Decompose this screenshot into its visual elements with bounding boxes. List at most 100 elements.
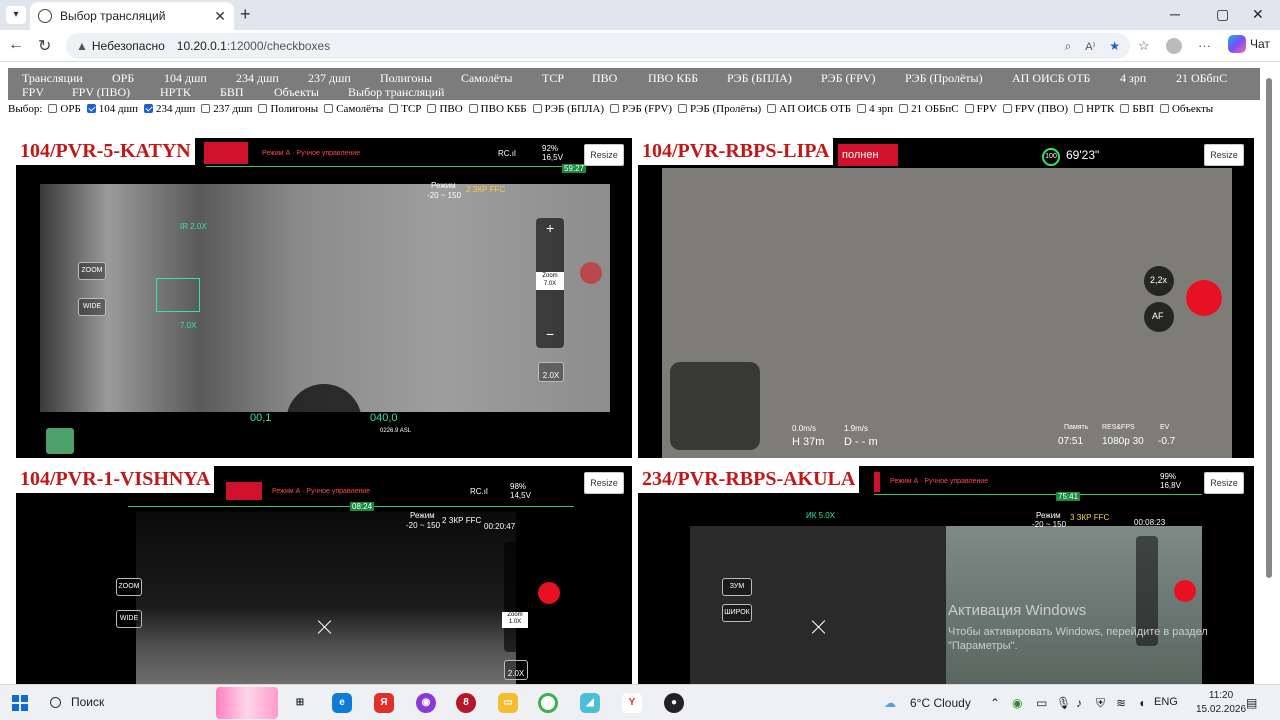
- checkbox-fpv[interactable]: [964, 104, 974, 113]
- resize-button[interactable]: Resize: [1204, 472, 1244, 494]
- menu-item-translyatsii[interactable]: Трансляции: [22, 71, 83, 86]
- zoom-button[interactable]: ЗУМ: [722, 578, 752, 596]
- radar-map[interactable]: [670, 362, 760, 450]
- page-scrollbar[interactable]: [1266, 78, 1272, 578]
- checkbox-pvo-kbb[interactable]: [468, 104, 478, 113]
- security-label[interactable]: Небезопасно: [92, 39, 165, 53]
- menu-item-fpv-pvo[interactable]: FPV (ПВО): [72, 85, 130, 100]
- tulips-widget-icon[interactable]: [216, 687, 278, 719]
- checkbox-ap-oisb[interactable]: [767, 104, 777, 113]
- chrome-icon[interactable]: [538, 693, 558, 713]
- checkbox-obekty[interactable]: [1159, 104, 1169, 113]
- app-icon-dark[interactable]: ●: [664, 693, 684, 713]
- zoom-out-icon[interactable]: −: [546, 326, 554, 342]
- volume-icon[interactable]: ♪: [1076, 696, 1082, 710]
- taskbar-search[interactable]: Поиск: [50, 695, 104, 709]
- clock[interactable]: 11:20 15.02.2026: [1196, 689, 1246, 717]
- refresh-icon[interactable]: ↻: [38, 36, 51, 56]
- more-menu-icon[interactable]: ···: [1198, 38, 1211, 53]
- microphone-icon[interactable]: 🎙: [1056, 696, 1071, 710]
- read-aloud-icon[interactable]: A⁾: [1085, 40, 1095, 53]
- menu-item-vybor[interactable]: Выбор трансляций: [348, 85, 444, 100]
- file-explorer-icon[interactable]: ▭: [498, 693, 518, 713]
- notification-icon[interactable]: ▤: [1246, 696, 1257, 710]
- menu-item-104[interactable]: 104 дшп: [164, 71, 207, 86]
- menu-item-poligony[interactable]: Полигоны: [380, 71, 432, 86]
- chat-button[interactable]: Чат: [1228, 35, 1270, 53]
- af-button[interactable]: AF: [1144, 302, 1174, 332]
- favorite-star-icon[interactable]: ★: [1109, 39, 1120, 53]
- menu-item-nrtk[interactable]: НРТК: [160, 85, 191, 100]
- map-icon[interactable]: [46, 428, 74, 454]
- lens-button[interactable]: 2.0X: [504, 660, 528, 680]
- windows-start-icon[interactable]: [12, 695, 28, 711]
- checkbox-reb-prolety[interactable]: [678, 104, 688, 113]
- app-icon-blue[interactable]: ◢: [580, 693, 600, 713]
- menu-item-bvp[interactable]: БВП: [220, 85, 244, 100]
- speaker-icon[interactable]: ◖: [1138, 696, 1145, 710]
- zoom-slider[interactable]: [504, 542, 526, 652]
- menu-item-4zrp[interactable]: 4 зрп: [1120, 71, 1146, 86]
- window-close-icon[interactable]: ✕: [1252, 6, 1264, 23]
- checkbox-reb-fpv[interactable]: [610, 104, 620, 113]
- menu-item-pvo-kbb[interactable]: ПВО КББ: [648, 71, 698, 86]
- video-feed[interactable]: 104/PVR-RBPS-LIPA полнен 100 69'23" Resi…: [638, 138, 1254, 458]
- menu-item-reb-bpla[interactable]: РЭБ (БПЛА): [727, 71, 792, 86]
- wide-button[interactable]: WIDE: [116, 610, 142, 628]
- language-indicator[interactable]: ENG: [1154, 696, 1178, 708]
- menu-item-237[interactable]: 237 дшп: [308, 71, 351, 86]
- zoom-search-icon[interactable]: ⌕: [1064, 39, 1071, 54]
- wide-button[interactable]: WIDE: [78, 298, 106, 316]
- checkbox-poligony[interactable]: [258, 104, 268, 113]
- checkbox-orb[interactable]: [48, 104, 58, 113]
- menu-item-samolety[interactable]: Самолёты: [461, 71, 512, 86]
- video-feed[interactable]: 104/PVR-1-VISHNYA Режим А · Ручное управ…: [16, 466, 632, 684]
- wifi-icon[interactable]: ≋: [1116, 696, 1126, 710]
- checkbox-reb-bpla[interactable]: [532, 104, 542, 113]
- favorites-icon[interactable]: ☆: [1138, 38, 1150, 54]
- weather-text[interactable]: 6°C Cloudy: [910, 696, 971, 710]
- browser-tab[interactable]: Выбор трансляций ✕: [30, 2, 234, 30]
- menu-item-21obbps[interactable]: 21 ОБбпС: [1176, 71, 1227, 86]
- task-view-icon[interactable]: ⊞: [290, 693, 310, 713]
- menu-item-orb[interactable]: ОРБ: [112, 71, 134, 86]
- record-button[interactable]: [1174, 580, 1196, 602]
- edge-icon[interactable]: e: [332, 693, 352, 713]
- menu-item-reb-prolety[interactable]: РЭБ (Пролёты): [905, 71, 983, 86]
- resize-button[interactable]: Resize: [1204, 144, 1244, 166]
- menu-item-reb-fpv[interactable]: РЭБ (FPV): [821, 71, 876, 86]
- checkbox-bvp[interactable]: [1120, 104, 1130, 113]
- shield-icon[interactable]: ⛨: [1096, 696, 1105, 711]
- checkbox-samolety[interactable]: [324, 104, 334, 113]
- video-feed[interactable]: 104/PVR-5-KATYN Режим А · Ручное управле…: [16, 138, 632, 458]
- messenger-icon[interactable]: ◉: [416, 693, 436, 713]
- checkbox-237[interactable]: [201, 104, 211, 113]
- resize-button[interactable]: Resize: [584, 144, 624, 166]
- zoom-button[interactable]: ZOOM: [78, 262, 106, 280]
- menu-item-pvo[interactable]: ПВО: [592, 71, 617, 86]
- zoom-in-icon[interactable]: +: [546, 220, 554, 236]
- menu-item-tsr[interactable]: ТСР: [542, 71, 564, 86]
- tray-app-icon[interactable]: ◉: [1012, 696, 1022, 710]
- wide-button[interactable]: ШИРОК: [722, 604, 752, 622]
- lens-button[interactable]: 2.0X: [538, 362, 564, 382]
- checkbox-104[interactable]: [86, 104, 96, 113]
- resize-button[interactable]: Resize: [584, 472, 624, 494]
- maximize-icon[interactable]: ▢: [1216, 6, 1229, 23]
- checkbox-tsr[interactable]: [389, 104, 399, 113]
- menu-item-fpv[interactable]: FPV: [22, 85, 44, 100]
- new-tab-button[interactable]: +: [240, 4, 251, 25]
- checkbox-21obbps[interactable]: [899, 104, 909, 113]
- profile-avatar[interactable]: [1166, 38, 1182, 54]
- tab-actions-menu-icon[interactable]: ▾: [6, 6, 26, 24]
- menu-item-ap-oisb[interactable]: АП ОИСБ ОТБ: [1012, 71, 1090, 86]
- checkbox-fpv-pvo[interactable]: [1002, 104, 1012, 113]
- checkbox-nrtk[interactable]: [1074, 104, 1084, 113]
- checkbox-pvo[interactable]: [427, 104, 437, 113]
- app-icon-red[interactable]: 8: [456, 693, 476, 713]
- record-button[interactable]: [538, 582, 560, 604]
- minimize-icon[interactable]: ─: [1170, 6, 1180, 22]
- network-icon[interactable]: ▭: [1036, 696, 1047, 710]
- tray-expand-icon[interactable]: ⌃: [990, 696, 1000, 710]
- record-button[interactable]: [580, 262, 602, 284]
